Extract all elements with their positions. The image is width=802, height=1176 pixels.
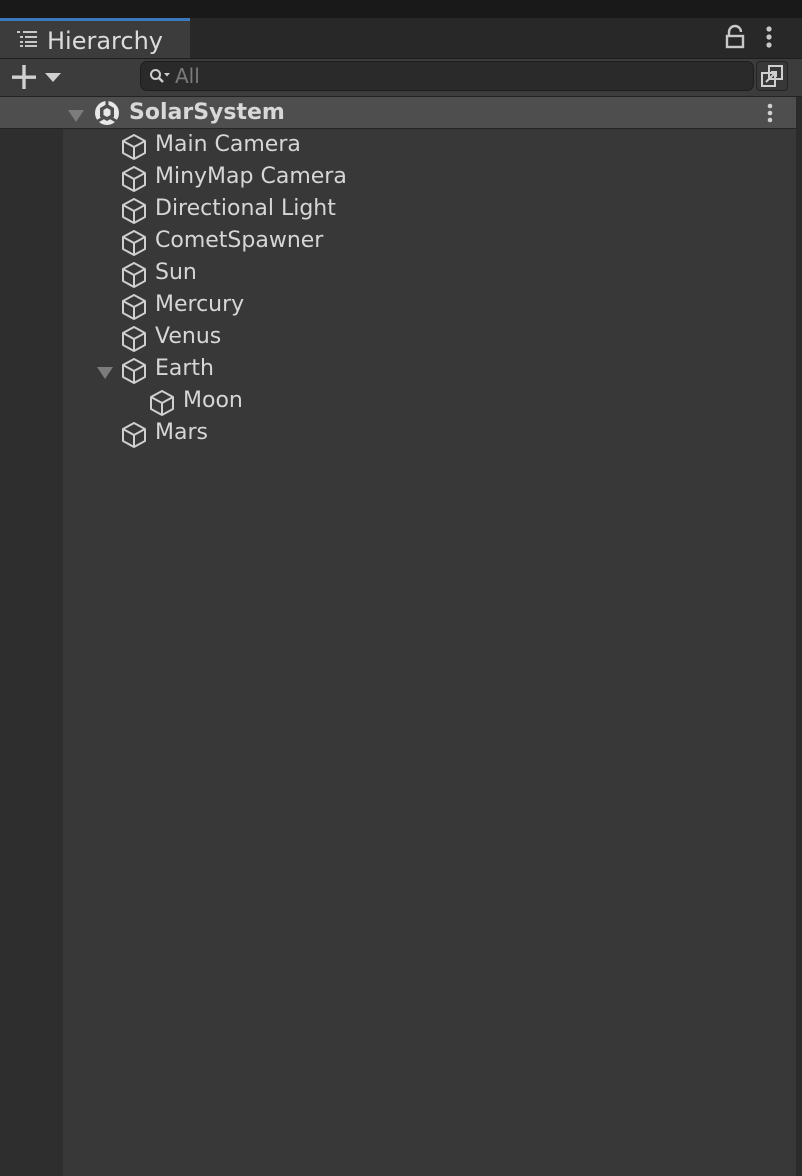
hierarchy-item[interactable]: Venus (63, 321, 796, 353)
hierarchy-item-label: Directional Light (155, 196, 336, 221)
scene-row-solarsystem[interactable]: SolarSystem (0, 97, 796, 129)
plus-icon (12, 65, 36, 89)
hierarchy-item-label: Earth (155, 356, 214, 381)
hierarchy-list-icon (17, 30, 39, 52)
hierarchy-item-label: Mars (155, 420, 208, 445)
unity-logo-icon (94, 100, 120, 130)
hierarchy-window: Hierarchy All SolarSystem Main Camera Mi… (0, 0, 802, 1176)
scene-menu-icon[interactable] (764, 103, 776, 129)
cube-icon (120, 421, 148, 453)
window-menu-icon[interactable] (762, 24, 776, 56)
hierarchy-item-label: Main Camera (155, 132, 301, 157)
hierarchy-item-label: Venus (155, 324, 222, 349)
hierarchy-tree: Main Camera MinyMap Camera Directional Lig… (63, 129, 796, 449)
caret-down-icon (45, 73, 61, 82)
tab-bar: Hierarchy (0, 18, 802, 59)
hierarchy-item-label: Mercury (155, 292, 245, 317)
hierarchy-item-label: Moon (183, 388, 243, 413)
hierarchy-item[interactable]: Sun (63, 257, 796, 289)
hierarchy-item-label: MinyMap Camera (155, 164, 347, 189)
hierarchy-item[interactable]: Earth (63, 353, 796, 385)
scene-view-search-button[interactable] (756, 61, 788, 91)
hierarchy-item[interactable]: Main Camera (63, 129, 796, 161)
hierarchy-item[interactable]: Moon (63, 385, 796, 417)
hierarchy-gutter (0, 97, 63, 1176)
hierarchy-item[interactable]: Directional Light (63, 193, 796, 225)
search-input[interactable] (175, 62, 735, 90)
search-icon (149, 68, 171, 90)
title-bar (0, 0, 802, 18)
hierarchy-item-label: CometSpawner (155, 228, 324, 253)
add-object-button[interactable] (10, 63, 66, 91)
hierarchy-item[interactable]: CometSpawner (63, 225, 796, 257)
hierarchy-toolbar (0, 59, 802, 97)
tab-title: Hierarchy (47, 27, 164, 55)
foldout-expanded-icon[interactable] (67, 108, 85, 127)
hierarchy-item-label: Sun (155, 260, 197, 285)
hierarchy-item[interactable]: Mars (63, 417, 796, 449)
scene-name: SolarSystem (129, 100, 285, 125)
tab-hierarchy[interactable]: Hierarchy (0, 18, 190, 58)
hierarchy-item[interactable]: Mercury (63, 289, 796, 321)
hierarchy-item[interactable]: MinyMap Camera (63, 161, 796, 193)
lock-icon[interactable] (724, 24, 746, 54)
scrollbar-track[interactable] (796, 97, 802, 1176)
search-field[interactable] (140, 61, 754, 91)
foldout-expanded-icon[interactable] (96, 365, 114, 384)
